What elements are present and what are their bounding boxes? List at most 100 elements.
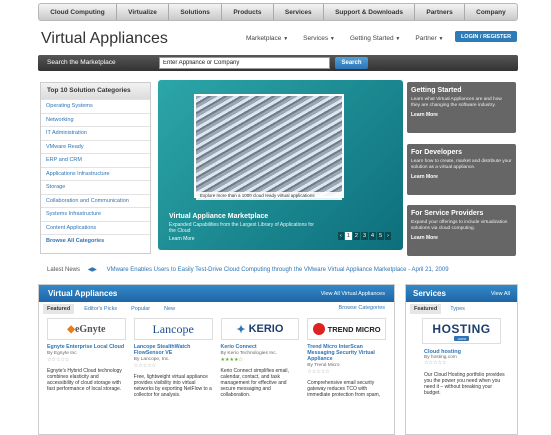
search-button[interactable]: Search (335, 57, 368, 69)
pager-page-2[interactable]: 2 (352, 232, 360, 240)
rating-stars: ★★★★☆ (220, 357, 243, 363)
category-operating-systems[interactable]: Operating Systems (41, 99, 150, 113)
panel-learn-more-link[interactable]: Learn More (411, 174, 512, 180)
category-applications-infrastructure[interactable]: Applications Infrastructure (41, 166, 150, 181)
product-vendor: By Lancope, Inc. (133, 357, 170, 362)
trend-micro-logo[interactable]: TREND MICRO (307, 318, 386, 340)
product-name[interactable]: Trend Micro InterScan Messaging Security… (307, 344, 386, 362)
topnav-partners[interactable]: Partners (415, 4, 465, 20)
product-vendor: By Trend Micro (307, 363, 340, 368)
subnav-partner[interactable]: Partner ▼ (415, 35, 443, 42)
topnav-cloud-computing[interactable]: Cloud Computing (39, 4, 117, 20)
topnav-virtualize[interactable]: Virtualize (117, 4, 170, 20)
topnav-company[interactable]: Company (465, 4, 517, 20)
panel-title: For Developers (411, 149, 462, 156)
product-card: ✦ KERIO Kerio Connect By Kerio Technologi… (217, 315, 304, 401)
category-storage[interactable]: Storage (41, 180, 150, 194)
rating-stars: ☆☆☆☆☆ (133, 363, 157, 369)
category-networking[interactable]: Networking (41, 112, 150, 127)
panel-description: Learn how to create, market and distribu… (411, 159, 512, 170)
pager-page-4[interactable]: 4 (369, 232, 377, 240)
news-arrows-icon[interactable]: ◀▶ (88, 267, 97, 273)
browse-all-categories-link[interactable]: Browse All Categories (41, 234, 150, 248)
subnav-partner-label: Partner (415, 35, 437, 42)
category-erp-crm[interactable]: ERP and CRM (41, 153, 150, 167)
browse-categories-link[interactable]: Browse Categories (339, 305, 385, 311)
category-vmware-ready[interactable]: VMware Ready (41, 139, 150, 154)
tab-featured[interactable]: Featured (410, 303, 442, 314)
egnyte-logo[interactable]: ◆ eGnyte (47, 318, 126, 340)
rating-stars: ☆☆☆☆☆ (307, 369, 330, 375)
pager-page-1[interactable]: 1 (344, 232, 352, 240)
next-arrow-icon[interactable]: › (385, 232, 391, 240)
va-title: Virtual Appliances (48, 289, 118, 298)
product-card: TREND MICRO Trend Micro InterScan Messag… (303, 315, 390, 401)
subnav-marketplace-label: Marketplace (246, 35, 282, 42)
getting-started-panel: Getting Started Learn what Virtual Appli… (407, 82, 516, 133)
latest-news-link[interactable]: VMware Enables Users to Easily Test-Driv… (107, 267, 449, 273)
panel-title: For Service Providers (411, 210, 484, 217)
pager-page-5[interactable]: 5 (377, 232, 385, 240)
chevron-down-icon: ▼ (283, 36, 289, 42)
tab-editors-picks[interactable]: Editor's Picks (80, 304, 121, 314)
hosting-logo-text: HOSTING (432, 321, 491, 336)
va-header: Virtual Appliances View All Virtual Appl… (39, 285, 394, 302)
topnav-solutions[interactable]: Solutions (169, 4, 223, 20)
categories-box: Top 10 Solution Categories Operating Sys… (40, 82, 151, 254)
panel-description: Expand your offerings to include virtual… (411, 220, 508, 231)
topnav-products[interactable]: Products (222, 4, 274, 20)
hero-description: Expanded Capabilities from the Largest L… (169, 222, 315, 234)
subnav-marketplace[interactable]: Marketplace ▼ (246, 35, 288, 42)
services-tabs: Featured Types (406, 302, 517, 315)
subnav-getting-started-label: Getting Started (349, 35, 394, 42)
hero-banner: Explore more than a 1000 cloud ready vir… (158, 80, 403, 250)
category-collaboration[interactable]: Collaboration and Communication (41, 193, 150, 208)
view-all-services-link[interactable]: View All (491, 291, 510, 297)
panel-learn-more-link[interactable]: Learn More (411, 235, 512, 241)
product-card: Lancope Lancope StealthWatch FlowSensor … (130, 315, 217, 401)
tab-types[interactable]: Types (446, 304, 469, 314)
tab-new[interactable]: New (160, 304, 179, 314)
hosting-logo-subtext: .com (454, 335, 469, 341)
product-card: ◆ eGnyte Egnyte Enterprise Local Cloud By… (43, 315, 130, 401)
topnav-support-downloads[interactable]: Support & Downloads (324, 4, 416, 20)
kerio-logo[interactable]: ✦ KERIO (220, 318, 300, 340)
lancope-logo[interactable]: Lancope (133, 318, 213, 340)
for-service-providers-panel: For Service Providers Expand your offeri… (407, 205, 516, 256)
subnav-getting-started[interactable]: Getting Started ▼ (350, 35, 401, 42)
trend-micro-logo-mark (312, 323, 325, 335)
rating-stars: ☆☆☆☆☆ (47, 357, 70, 363)
prev-arrow-icon[interactable]: ‹ (338, 232, 344, 240)
hosting-logo[interactable]: HOSTING .com (422, 318, 501, 344)
tab-popular[interactable]: Popular (127, 304, 154, 314)
category-it-administration[interactable]: IT Administration (41, 126, 150, 140)
subnav-services[interactable]: Services ▼ (303, 35, 335, 42)
egnyte-logo-text: eGnyte (74, 323, 106, 335)
egnyte-logo-mark: ◆ (67, 323, 75, 335)
search-input[interactable] (159, 57, 330, 69)
top-navigation: Cloud Computing Virtualize Solutions Pro… (38, 3, 518, 21)
category-systems-infrastructure[interactable]: Systems Infrastructure (41, 207, 150, 221)
category-content-applications[interactable]: Content Applications (41, 220, 150, 235)
hero-title: Virtual Appliance Marketplace (169, 213, 269, 220)
latest-news-ticker: Latest News ◀▶ VMware Enables Users to E… (47, 266, 517, 273)
categories-title: Top 10 Solution Categories (41, 83, 150, 99)
product-name[interactable]: Egnyte Enterprise Local Cloud (47, 344, 126, 350)
product-name[interactable]: Lancope StealthWatch FlowSensor VE (134, 344, 213, 356)
hero-learn-more-link[interactable]: Learn More (169, 236, 195, 242)
va-tabs: Featured Editor's Picks Popular New Brow… (39, 302, 394, 315)
trend-micro-logo-text: TREND MICRO (327, 324, 381, 334)
topnav-services[interactable]: Services (274, 4, 324, 20)
chevron-down-icon: ▼ (329, 36, 335, 42)
login-register-button[interactable]: LOGIN / REGISTER (455, 31, 517, 42)
kerio-logo-text: KERIO (248, 323, 284, 335)
tab-featured[interactable]: Featured (43, 303, 75, 314)
panel-learn-more-link[interactable]: Learn More (411, 112, 512, 118)
rating-stars: ☆☆☆☆☆ (424, 360, 447, 366)
pager-page-3[interactable]: 3 (360, 232, 369, 240)
product-vendor: By Egnyte Inc (47, 351, 77, 356)
view-all-va-link[interactable]: View All Virtual Appliances (321, 291, 385, 297)
product-description: Comprehensive email security gateway red… (307, 380, 381, 398)
product-name[interactable]: Kerio Connect (221, 344, 300, 350)
search-bar: Search the Marketplace Search (38, 55, 518, 71)
